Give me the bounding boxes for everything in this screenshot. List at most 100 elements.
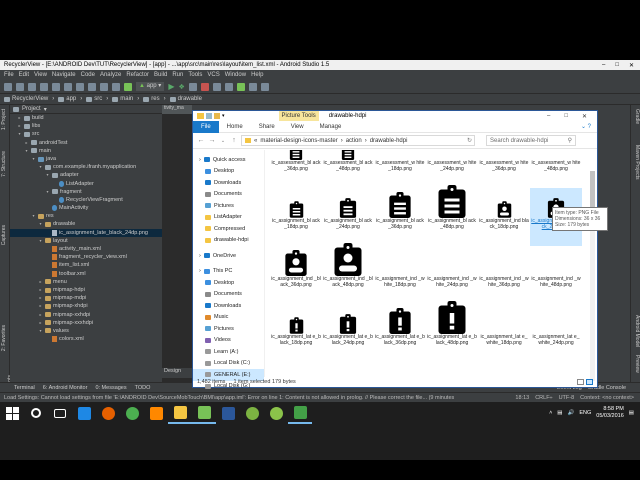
chevron-right-icon[interactable]: › (365, 138, 367, 144)
undo-icon[interactable] (40, 82, 48, 91)
right-tab[interactable]: Maven Projects (632, 145, 640, 179)
status-right-item[interactable]: UTF-8 (559, 395, 575, 401)
left-tab[interactable]: Captures (1, 225, 9, 245)
app-button[interactable] (288, 402, 312, 424)
menu-item-help[interactable]: Help (251, 72, 263, 78)
file-item[interactable]: ic_assignment_ind _black_36dp.png (270, 246, 322, 304)
file-item[interactable]: ic_assignment_ind black_18dp.png (478, 188, 530, 246)
run-config-select[interactable]: ▲ app ▾ (136, 82, 165, 91)
new-folder-icon[interactable] (214, 113, 220, 119)
tree-item[interactable]: MainActivity (10, 204, 162, 212)
nav-item[interactable]: Videos (193, 335, 264, 347)
recent-locations-icon[interactable]: ⌄ (219, 138, 227, 144)
chevron-right-icon[interactable]: ▸ (38, 319, 43, 327)
chevron-down-icon[interactable]: ▾ (38, 220, 43, 228)
menu-item-window[interactable]: Window (225, 72, 246, 78)
chrome-button[interactable] (120, 402, 144, 424)
ribbon-expand-help[interactable]: ⌄ ? (581, 123, 597, 130)
chevron-right-icon[interactable]: › (199, 157, 201, 163)
left-tab[interactable]: 7: Structure (1, 151, 9, 177)
menu-item-refactor[interactable]: Refactor (126, 72, 149, 78)
file-item[interactable]: ic_assignment_bl ack_18dp.png (270, 188, 322, 246)
menu-item-tools[interactable]: Tools (188, 72, 202, 78)
device-monitor-icon[interactable] (248, 82, 257, 91)
file-item[interactable]: ic_assignment_ind _white_24dp.png (426, 246, 478, 304)
tree-item[interactable]: ▾ layout (10, 237, 162, 245)
refresh-icon[interactable]: ↻ (467, 137, 474, 144)
back-icon[interactable]: ← (197, 137, 205, 144)
redo-icon[interactable] (52, 82, 60, 91)
tree-item[interactable]: ▸ build (10, 114, 162, 122)
nav-crumb[interactable]: main (112, 96, 133, 102)
find-icon[interactable] (100, 82, 108, 91)
tree-item[interactable]: ▸ androidTest (10, 139, 162, 147)
forward-icon[interactable]: → (208, 137, 216, 144)
nav-crumb[interactable]: res (143, 96, 160, 102)
ribbon-tab-view[interactable]: View (283, 121, 312, 133)
tree-item[interactable]: ListAdapter (10, 180, 162, 188)
tree-item[interactable]: ▾ fragment (10, 188, 162, 196)
chevron-right-icon[interactable]: ▸ (38, 302, 43, 310)
bottom-tab[interactable]: TODO (135, 385, 151, 391)
nav-crumb[interactable]: app (58, 96, 76, 102)
menu-item-run[interactable]: Run (172, 72, 183, 78)
file-item[interactable]: ic_assessment_w hite_24dp.png (426, 150, 478, 188)
file-item[interactable]: ic_assignment_bl ack_24dp.png (322, 188, 374, 246)
save-icon[interactable] (16, 82, 24, 91)
nav-crumb[interactable]: src (86, 96, 102, 102)
file-item[interactable]: ic_assignment_lat e_black_18dp.png (270, 304, 322, 362)
network-icon[interactable]: ▤ (557, 410, 562, 416)
paste-icon[interactable] (88, 82, 96, 91)
android-studio-button[interactable] (192, 402, 216, 424)
status-right-item[interactable]: 18:13 (515, 395, 529, 401)
right-tab[interactable]: Android Model (632, 315, 640, 347)
details-view-icon[interactable] (577, 379, 584, 385)
chevron-down-icon[interactable]: ▾ (31, 155, 36, 163)
tree-item[interactable]: ic_assignment_late_black_24dp.png (10, 228, 162, 237)
nav-crumb[interactable]: drawable (169, 96, 202, 102)
camtasia-button[interactable] (240, 402, 264, 424)
file-item[interactable]: ic_assessment_w hite_36dp.png (478, 150, 530, 188)
nav-item[interactable]: Music (193, 312, 264, 324)
file-item[interactable]: ic_assessment_bl ack_36dp.png (270, 150, 322, 188)
chevron-down-icon[interactable]: ▾ (17, 130, 22, 138)
menu-item-edit[interactable]: Edit (19, 72, 29, 78)
avd-manager-icon[interactable] (224, 82, 233, 91)
nav-item[interactable]: Pictures (193, 323, 264, 335)
notification-icon[interactable]: ▤ (629, 410, 634, 416)
clock[interactable]: 8:58 PM 05/03/2016 (596, 406, 624, 420)
nav-crumb[interactable]: RecyclerView (4, 96, 48, 102)
cut-icon[interactable] (64, 82, 72, 91)
file-item[interactable]: ic_assignment_ind _white_36dp.png (478, 246, 530, 304)
bottom-tab[interactable]: 0: Messages (95, 385, 126, 391)
nav-item[interactable]: Downloads (193, 177, 264, 189)
file-explorer-button[interactable] (168, 402, 192, 424)
tree-item[interactable]: ▾ main (10, 147, 162, 155)
chevron-right-icon[interactable]: › (341, 138, 343, 144)
right-tab[interactable]: Preview (632, 355, 640, 373)
ribbon-tab-share[interactable]: Share (251, 121, 283, 133)
tree-item[interactable]: toolbar.xml (10, 270, 162, 278)
vertical-scrollbar[interactable] (590, 171, 595, 381)
nav-item[interactable]: Learn (A:) (193, 346, 264, 358)
tree-item[interactable]: ▾ res (10, 212, 162, 220)
close-icon[interactable]: ✕ (629, 62, 634, 69)
file-item[interactable]: ic_assessment_bl ack_48dp.png (322, 150, 374, 188)
chevron-right-icon[interactable]: ▸ (38, 294, 43, 302)
language-indicator[interactable]: ENG (579, 410, 591, 416)
nav-item[interactable]: ListAdapter (193, 212, 264, 224)
chevron-down-icon[interactable]: ▾ (45, 188, 50, 196)
menu-item-analyze[interactable]: Analyze (100, 72, 121, 78)
chevron-right-icon[interactable]: ▸ (24, 139, 29, 147)
nav-item[interactable]: Downloads (193, 300, 264, 312)
file-item[interactable]: ic_assignment_bl ack_36dp.png (374, 188, 426, 246)
file-item[interactable]: ic_assignment_lat e_black_24dp.png (322, 304, 374, 362)
tree-item[interactable]: item_list.xml (10, 261, 162, 269)
chevron-down-icon[interactable]: ▾ (38, 237, 43, 245)
nav-item[interactable]: drawable-hdpi (193, 235, 264, 247)
address-bar[interactable]: «material-design-icons-master › action › dra… (241, 135, 475, 146)
file-item[interactable]: ic_assessment_w hite_48dp.png (530, 150, 582, 188)
search-input[interactable]: Search drawable-hdpi ⚲ (486, 135, 576, 146)
file-item[interactable]: ic_assignment_ind _black_48dp.png (322, 243, 374, 304)
nav-item[interactable]: Desktop (193, 166, 264, 178)
